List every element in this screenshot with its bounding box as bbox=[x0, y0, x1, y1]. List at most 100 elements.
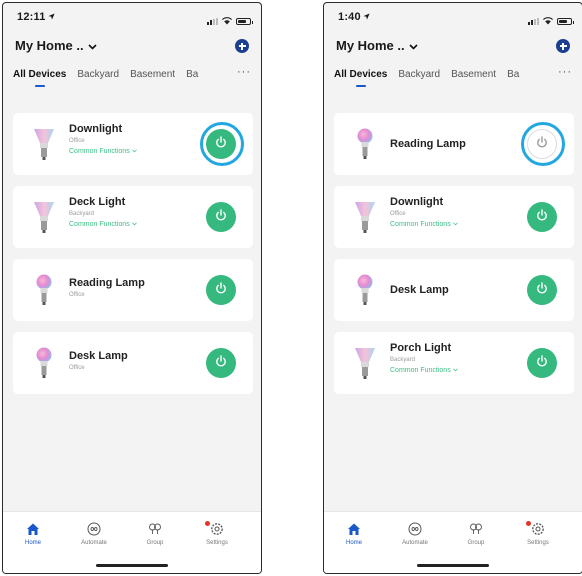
power-toggle-button[interactable] bbox=[206, 202, 236, 232]
home-icon bbox=[347, 522, 361, 536]
power-toggle-button[interactable] bbox=[206, 275, 236, 305]
common-functions-label: Common Functions bbox=[69, 148, 130, 155]
nav-settings[interactable]: Settings bbox=[192, 521, 242, 546]
flood-bulb-icon bbox=[33, 199, 55, 235]
device-card[interactable]: Desk Lamp bbox=[334, 259, 574, 321]
device-room: Backyard bbox=[69, 211, 95, 217]
more-tabs-button[interactable]: ··· bbox=[558, 66, 572, 78]
common-functions-link[interactable]: Common Functions bbox=[390, 221, 458, 228]
settings-icon bbox=[205, 521, 224, 536]
wifi-icon bbox=[543, 12, 553, 30]
device-card[interactable]: Deck Light Backyard Common Functions bbox=[13, 186, 253, 248]
common-functions-link[interactable]: Common Functions bbox=[69, 148, 137, 155]
nav-label: Settings bbox=[527, 540, 549, 546]
home-indicator bbox=[96, 564, 168, 567]
a19-bulb-icon bbox=[33, 345, 55, 381]
common-functions-label: Common Functions bbox=[69, 221, 130, 228]
wifi-icon bbox=[222, 12, 232, 30]
device-card[interactable]: Porch Light Backyard Common Functions bbox=[334, 332, 574, 394]
nav-home[interactable]: Home bbox=[8, 522, 58, 546]
chevron-down-icon bbox=[130, 221, 137, 228]
status-time: 1:40 bbox=[338, 11, 370, 23]
device-card[interactable]: Reading Lamp bbox=[334, 113, 574, 175]
tab-ba[interactable]: Ba bbox=[507, 69, 519, 80]
notification-dot bbox=[526, 521, 531, 526]
nav-label: Home bbox=[24, 540, 41, 546]
status-bar: 1:40 bbox=[324, 3, 582, 29]
common-functions-link[interactable]: Common Functions bbox=[69, 221, 137, 228]
nav-settings[interactable]: Settings bbox=[513, 521, 563, 546]
device-name: Desk Lamp bbox=[390, 284, 449, 296]
tab-ba[interactable]: Ba bbox=[186, 69, 198, 80]
common-functions-link[interactable]: Common Functions bbox=[390, 367, 458, 374]
device-name: Porch Light bbox=[390, 342, 452, 354]
phone-screen-left: 12:11 My Home .. All Devices Backyard Baseme… bbox=[2, 2, 262, 574]
chevron-down-icon bbox=[130, 148, 137, 155]
a19-bulb-icon bbox=[33, 272, 55, 308]
home-icon bbox=[26, 522, 40, 536]
signal-icon bbox=[207, 17, 218, 25]
tab-backyard[interactable]: Backyard bbox=[77, 69, 119, 80]
nav-label: Automate bbox=[402, 540, 428, 546]
location-arrow-icon bbox=[363, 11, 370, 20]
home-title: My Home .. bbox=[15, 38, 84, 53]
system-icons bbox=[528, 12, 574, 30]
device-card[interactable]: Desk Lamp Office bbox=[13, 332, 253, 394]
nav-home[interactable]: Home bbox=[329, 522, 379, 546]
device-room: Office bbox=[69, 292, 85, 298]
flood-bulb-icon bbox=[33, 126, 55, 162]
device-name: Reading Lamp bbox=[390, 138, 466, 150]
nav-automate[interactable]: Automate bbox=[390, 522, 440, 546]
device-name: Reading Lamp bbox=[69, 277, 145, 289]
device-card[interactable]: Downlight Office Common Functions bbox=[334, 186, 574, 248]
highlight-circle bbox=[200, 122, 244, 166]
tab-backyard[interactable]: Backyard bbox=[398, 69, 440, 80]
settings-icon bbox=[526, 521, 545, 536]
a19-bulb-icon bbox=[354, 272, 376, 308]
tab-all-devices[interactable]: All Devices bbox=[13, 69, 66, 87]
chevron-down-icon bbox=[409, 38, 418, 53]
add-device-button[interactable] bbox=[556, 39, 570, 53]
device-name: Desk Lamp bbox=[69, 350, 128, 362]
add-device-button[interactable] bbox=[235, 39, 249, 53]
status-bar: 12:11 bbox=[3, 3, 261, 29]
power-toggle-button[interactable] bbox=[527, 275, 557, 305]
bottom-nav: Home Automate Group Settings bbox=[3, 511, 261, 573]
nav-label: Home bbox=[345, 540, 362, 546]
nav-group[interactable]: Group bbox=[130, 522, 180, 546]
nav-label: Settings bbox=[206, 540, 228, 546]
tab-all-devices[interactable]: All Devices bbox=[334, 69, 387, 87]
home-selector[interactable]: My Home .. bbox=[336, 38, 418, 53]
home-title: My Home .. bbox=[336, 38, 405, 53]
device-name: Downlight bbox=[390, 196, 444, 208]
common-functions-label: Common Functions bbox=[390, 367, 451, 374]
home-selector[interactable]: My Home .. bbox=[15, 38, 97, 53]
power-icon bbox=[536, 281, 548, 299]
device-card[interactable]: Downlight Office Common Functions bbox=[13, 113, 253, 175]
power-toggle-button[interactable] bbox=[527, 202, 557, 232]
power-toggle-button[interactable] bbox=[206, 348, 236, 378]
device-room: Office bbox=[69, 365, 85, 371]
device-name: Deck Light bbox=[69, 196, 126, 208]
device-card[interactable]: Reading Lamp Office bbox=[13, 259, 253, 321]
automate-icon bbox=[87, 522, 101, 536]
more-tabs-button[interactable]: ··· bbox=[237, 66, 251, 78]
device-name: Downlight bbox=[69, 123, 123, 135]
room-tabs: All Devices Backyard Basement Ba ··· bbox=[324, 61, 582, 87]
group-icon bbox=[469, 522, 483, 536]
home-header: My Home .. bbox=[3, 29, 261, 61]
home-indicator bbox=[417, 564, 489, 567]
tab-basement[interactable]: Basement bbox=[451, 69, 496, 80]
nav-group[interactable]: Group bbox=[451, 522, 501, 546]
device-room: Backyard bbox=[390, 357, 416, 363]
nav-label: Automate bbox=[81, 540, 107, 546]
power-toggle-button[interactable] bbox=[527, 348, 557, 378]
flood-bulb-icon bbox=[354, 345, 376, 381]
a19-bulb-icon bbox=[354, 126, 376, 162]
bottom-nav: Home Automate Group Settings bbox=[324, 511, 582, 573]
nav-automate[interactable]: Automate bbox=[69, 522, 119, 546]
chevron-down-icon bbox=[88, 38, 97, 53]
phone-screen-right: 1:40 My Home .. All Devices Backyard Basemen… bbox=[323, 2, 582, 574]
power-icon bbox=[536, 208, 548, 226]
tab-basement[interactable]: Basement bbox=[130, 69, 175, 80]
